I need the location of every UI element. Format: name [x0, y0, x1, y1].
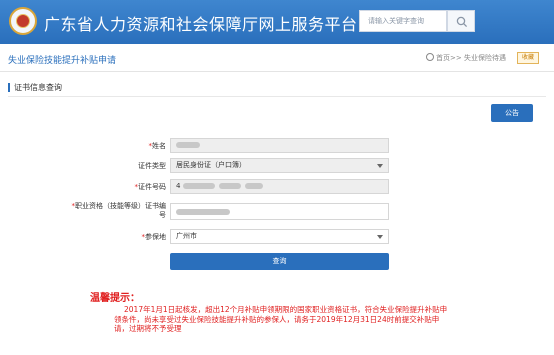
name-label: *姓名 [148, 142, 167, 150]
masked-value [176, 209, 230, 215]
collect-button[interactable]: 收藏 [517, 52, 539, 64]
id-number-label: *证件号码 [134, 183, 167, 191]
search-input[interactable]: 请输入关键字查询 [359, 10, 447, 32]
chevron-down-icon [377, 164, 383, 168]
breadcrumb-text[interactable]: 首页>> 失业保险待遇 [436, 54, 506, 62]
name-field [170, 138, 389, 153]
masked-value [244, 183, 263, 189]
divider [8, 96, 546, 97]
search-button[interactable] [447, 10, 475, 32]
emblem-center [16, 14, 30, 28]
tips-title: 温馨提示： [90, 293, 140, 304]
masked-value [218, 183, 241, 189]
page-root: 广东省人力资源和社会保障厅网上服务平台 请输入关键字查询 失业保险技能提升补贴申… [0, 0, 554, 355]
id-type-value: 居民身份证（户口簿） [176, 161, 246, 169]
page-title: 失业保险技能提升补贴申请 [8, 56, 117, 66]
id-type-label: 证件类型 [138, 162, 166, 170]
notice-button[interactable]: 公告 [491, 104, 533, 122]
divider [0, 71, 554, 72]
id-type-select: 居民身份证（户口簿） [170, 158, 389, 173]
id-number-prefix: 4 [176, 182, 181, 190]
insured-place-label: *参保地 [141, 233, 167, 241]
emblem-logo-icon [9, 7, 37, 35]
chevron-down-icon [377, 235, 383, 239]
query-button[interactable]: 查询 [170, 253, 389, 270]
breadcrumb[interactable]: 首页>> 失业保险待遇 [426, 53, 506, 63]
masked-value [176, 142, 200, 148]
masked-value [182, 183, 215, 189]
section-marker [8, 83, 10, 92]
tips-body: 2017年1月1日起核发，超出12个月补贴申领期限的国家职业资格证书，符合失业保… [114, 305, 448, 333]
home-icon [426, 53, 434, 61]
insured-place-value: 广州市 [176, 232, 197, 240]
search-icon [456, 16, 468, 28]
site-title: 广东省人力资源和社会保障厅网上服务平台 [44, 15, 358, 34]
cert-number-label: *职业资格（技能等级）证书编号 [71, 202, 167, 219]
section-title: 证书信息查询 [14, 83, 62, 92]
insured-place-select[interactable]: 广州市 [170, 229, 389, 244]
site-header: 广东省人力资源和社会保障厅网上服务平台 请输入关键字查询 [0, 0, 554, 44]
cert-number-input[interactable] [170, 203, 389, 220]
id-number-field: 4 [170, 179, 389, 194]
